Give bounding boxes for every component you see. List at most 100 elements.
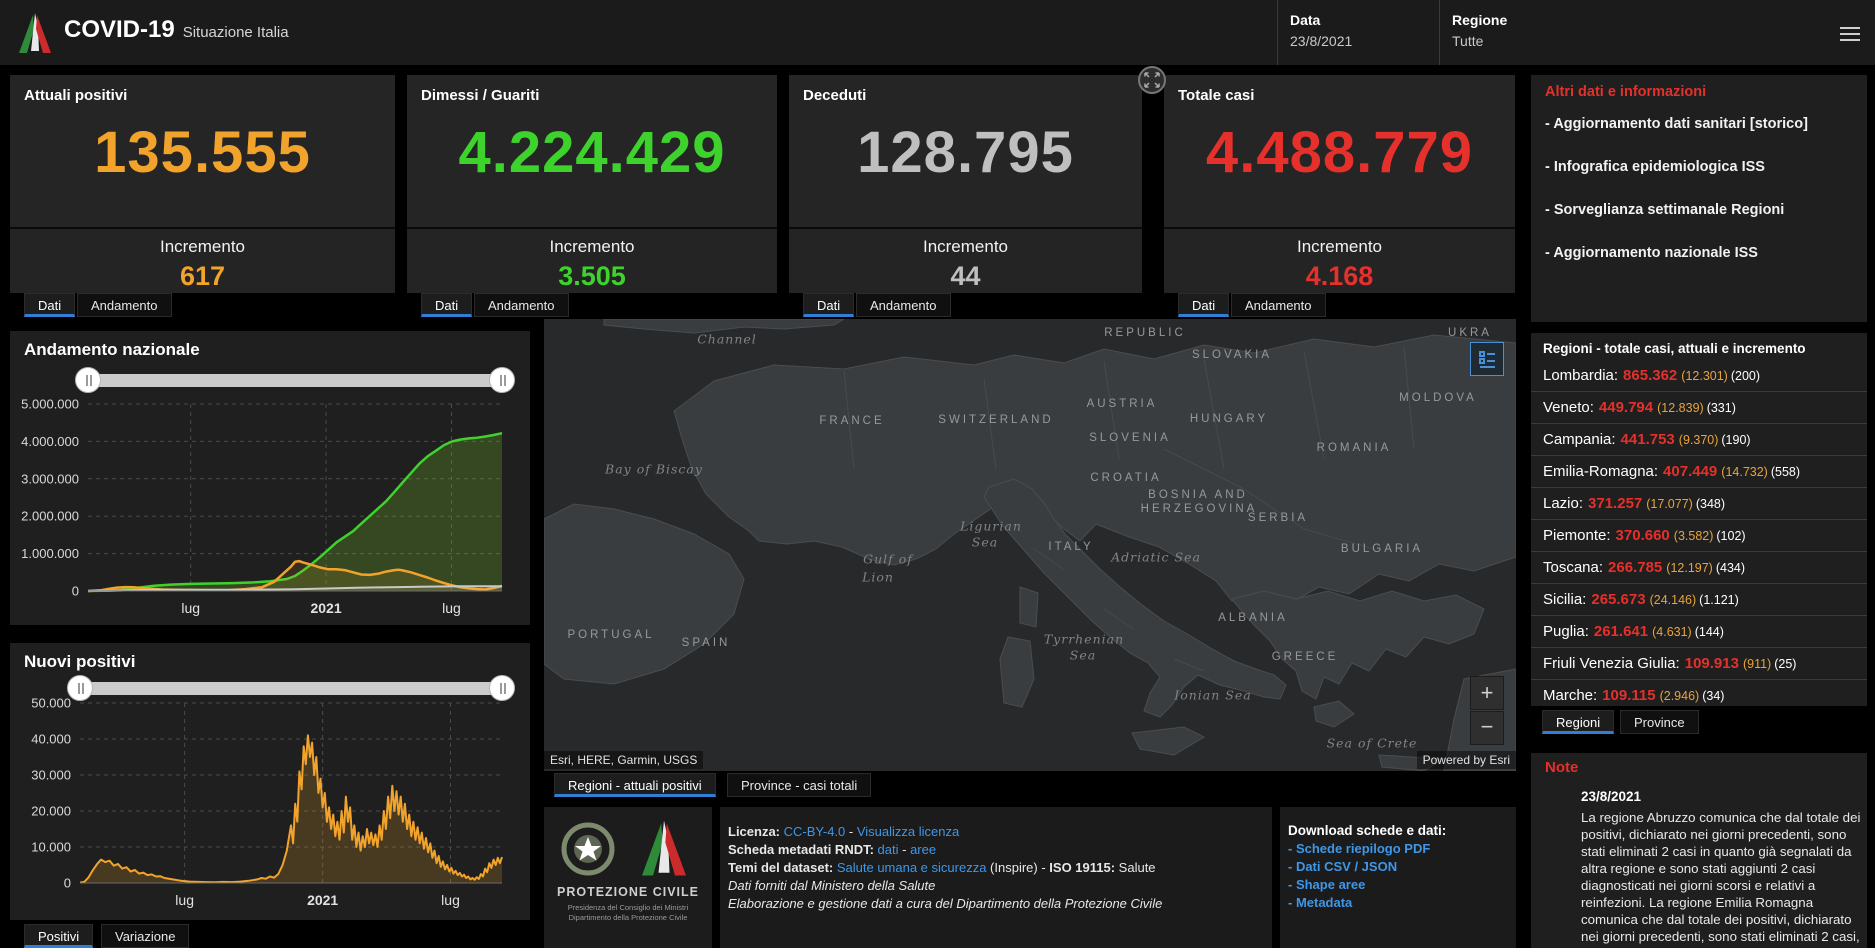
tab-andamento-2[interactable]: Andamento <box>474 293 569 317</box>
region-row[interactable]: Marche:109.115(2.946)(34) <box>1531 680 1867 706</box>
tab-dati-3[interactable]: Dati <box>803 293 854 317</box>
region-name: Emilia-Romagna: <box>1543 463 1658 480</box>
card-value: 135.555 <box>10 119 395 186</box>
slider-handle-right[interactable] <box>489 675 515 701</box>
dashboard: COVID-19Situazione Italia Data 23/8/2021… <box>0 0 1875 948</box>
tab-positivi[interactable]: Positivi <box>24 924 93 948</box>
map-corsica <box>1020 587 1038 627</box>
license-link[interactable]: aree <box>910 842 936 857</box>
region-total: 865.362 <box>1623 367 1677 384</box>
region-row[interactable]: Sicilia:265.673(24.146)(1.121) <box>1531 584 1867 616</box>
region-increment: (25) <box>1774 657 1796 671</box>
download-title: Download schede e dati: <box>1280 807 1516 840</box>
increment-label: Incremento <box>1164 237 1515 257</box>
altri-dati-title: Altri dati e informazioni <box>1545 84 1706 100</box>
region-attuali: (24.146) <box>1650 593 1697 607</box>
svg-text:2021: 2021 <box>310 600 341 616</box>
increment-value: 3.505 <box>407 261 777 292</box>
region-attuali: (3.582) <box>1674 529 1714 543</box>
zoom-in-button[interactable]: + <box>1470 676 1504 710</box>
regioni-panel-title: Regioni - totale casi, attuali e increme… <box>1531 333 1867 360</box>
slider-handle-left[interactable] <box>67 675 93 701</box>
expand-button[interactable] <box>1138 66 1166 94</box>
note-title: Note <box>1545 759 1578 776</box>
download-panel: Download schede e dati: - Schede riepilo… <box>1280 807 1516 948</box>
tab-andamento-1[interactable]: Andamento <box>77 293 172 317</box>
region-name: Toscana: <box>1543 559 1603 576</box>
zoom-out-button[interactable]: − <box>1470 711 1504 745</box>
tab-andamento-3[interactable]: Andamento <box>856 293 951 317</box>
header: COVID-19Situazione Italia Data 23/8/2021… <box>0 0 1875 65</box>
map-canvas[interactable]: ChannelREPUBLICUKRASLOVAKIAAUSTRIASWITZE… <box>544 319 1516 771</box>
region-total: 265.673 <box>1591 591 1645 608</box>
regioni-panel: Regioni - totale casi, attuali e increme… <box>1531 333 1867 706</box>
region-row[interactable]: Toscana:266.785(12.197)(434) <box>1531 552 1867 584</box>
license-link[interactable]: Visualizza licenza <box>857 824 959 839</box>
region-selector[interactable]: Regione Tutte <box>1452 12 1507 49</box>
date-value: 23/8/2021 <box>1290 33 1352 49</box>
region-total: 370.660 <box>1616 527 1670 544</box>
date-selector[interactable]: Data 23/8/2021 <box>1290 12 1352 49</box>
card-title: Deceduti <box>803 87 866 104</box>
nuovi-range-slider[interactable] <box>80 682 502 695</box>
license-panel: Licenza: CC-BY-4.0 - Visualizza licenzaS… <box>720 807 1272 948</box>
map-basemap <box>544 319 1516 771</box>
region-row[interactable]: Puglia:261.641(4.631)(144) <box>1531 616 1867 648</box>
license-link[interactable]: Salute umana e sicurezza <box>837 860 987 875</box>
svg-text:lug: lug <box>442 600 461 616</box>
legend-button[interactable] <box>1470 342 1504 376</box>
altri-dati-link[interactable]: - Aggiornamento nazionale ISS <box>1545 244 1845 263</box>
logo-title: PROTEZIONE CIVILE <box>544 885 712 899</box>
region-row[interactable]: Lombardia:865.362(12.301)(200) <box>1531 360 1867 392</box>
map-tab-regioni[interactable]: Regioni - attuali positivi <box>554 773 716 797</box>
svg-text:5.000.000: 5.000.000 <box>21 397 79 412</box>
page-title: COVID-19 <box>64 16 175 43</box>
region-attuali: (12.839) <box>1657 401 1704 415</box>
slider-handle-left[interactable] <box>75 367 101 393</box>
card-title: Dimessi / Guariti <box>421 87 539 104</box>
tab-dati-4[interactable]: Dati <box>1178 293 1229 317</box>
card-value: 4.224.429 <box>407 119 777 186</box>
region-total: 441.753 <box>1621 431 1675 448</box>
download-link[interactable]: - Dati CSV / JSON <box>1288 858 1516 876</box>
region-total: 266.785 <box>1608 559 1662 576</box>
download-link[interactable]: - Shape aree <box>1288 876 1516 894</box>
menu-icon[interactable] <box>1840 23 1860 45</box>
region-name: Piemonte: <box>1543 527 1611 544</box>
altri-dati-link[interactable]: - Infografica epidemiologica ISS <box>1545 158 1845 177</box>
region-row[interactable]: Campania:441.753(9.370)(190) <box>1531 424 1867 456</box>
tab-dati-1[interactable]: Dati <box>24 293 75 317</box>
download-link[interactable]: - Metadata <box>1288 894 1516 912</box>
logo-line1: Presidenza del Consiglio dei Ministri <box>544 903 712 912</box>
region-row[interactable]: Emilia-Romagna:407.449(14.732)(558) <box>1531 456 1867 488</box>
map-tab-province[interactable]: Province - casi totali <box>727 773 871 797</box>
card-increment-section: Incremento 4.168 <box>1164 227 1515 293</box>
tab-variazione[interactable]: Variazione <box>101 924 189 948</box>
tab-province[interactable]: Province <box>1620 710 1699 734</box>
region-attuali: (9.370) <box>1679 433 1719 447</box>
altri-dati-link[interactable]: - Aggiornamento dati sanitari [storico] <box>1545 115 1845 134</box>
region-name: Sicilia: <box>1543 591 1586 608</box>
andamento-range-slider[interactable] <box>88 374 502 387</box>
slider-handle-right[interactable] <box>489 367 515 393</box>
svg-text:10.000: 10.000 <box>31 840 71 855</box>
download-link[interactable]: - Schede riepilogo PDF <box>1288 840 1516 858</box>
license-link[interactable]: dati <box>878 842 899 857</box>
tab-andamento-4[interactable]: Andamento <box>1231 293 1326 317</box>
region-row[interactable]: Piemonte:370.660(3.582)(102) <box>1531 520 1867 552</box>
map-attribution: Esri, HERE, Garmin, USGS <box>544 751 703 769</box>
region-row[interactable]: Veneto:449.794(12.839)(331) <box>1531 392 1867 424</box>
card-increment-section: Incremento 617 <box>10 227 395 293</box>
license-line: Dati forniti dal Ministero della Salute <box>728 877 1272 895</box>
region-row[interactable]: Lazio:371.257(17.077)(348) <box>1531 488 1867 520</box>
region-row[interactable]: Friuli Venezia Giulia:109.913(911)(25) <box>1531 648 1867 680</box>
svg-text:40.000: 40.000 <box>31 732 71 747</box>
license-link[interactable]: CC-BY-4.0 <box>784 824 846 839</box>
tab-dati-2[interactable]: Dati <box>421 293 472 317</box>
svg-text:lug: lug <box>181 600 200 616</box>
region-name: Puglia: <box>1543 623 1589 640</box>
tab-regioni[interactable]: Regioni <box>1542 710 1614 734</box>
increment-value: 44 <box>789 261 1142 292</box>
nuovi-positivi-panel: Nuovi positivi 010.00020.00030.00040.000… <box>10 643 530 920</box>
altri-dati-link[interactable]: - Sorveglianza settimanale Regioni <box>1545 201 1845 220</box>
